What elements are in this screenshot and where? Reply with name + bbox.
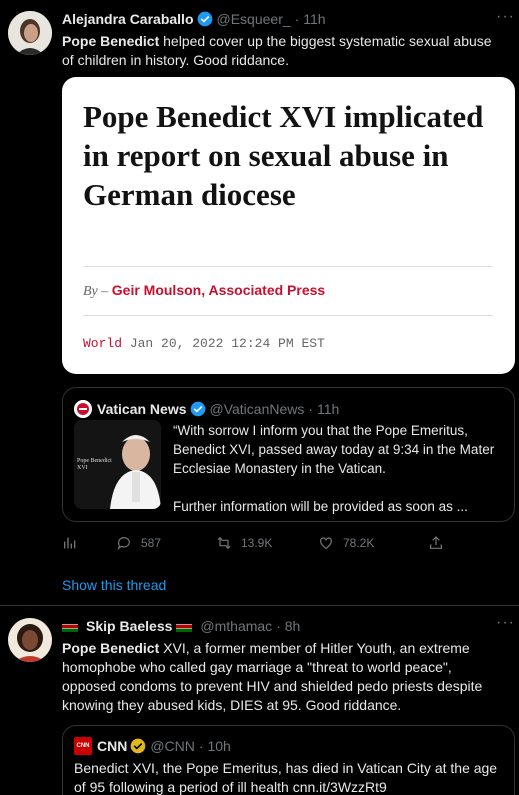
article-byline: By – Geir Moulson, Associated Press [83, 282, 325, 300]
quoted-timestamp: · 10h [198, 738, 231, 754]
quoted-tweet[interactable]: CNN CNN @CNN · 10h Benedict XVI, the Pop… [62, 725, 515, 795]
byline-author: Geir Moulson, Associated Press [111, 282, 326, 298]
verified-badge-icon [190, 401, 205, 417]
share-icon [430, 536, 442, 549]
reply-icon [117, 537, 130, 550]
article-divider [83, 266, 493, 267]
show-thread-link[interactable]: Show this thread [62, 577, 166, 593]
verified-badge-icon [197, 11, 212, 27]
reply-button[interactable]: 587 [116, 535, 161, 551]
tweet-text: Pope Benedict XVI, a former member of Hi… [62, 639, 507, 715]
article-date: Jan 20, 2022 12:24 PM EST [129, 336, 325, 351]
share-button[interactable] [428, 535, 453, 551]
avatar-photo-icon [8, 11, 52, 55]
timestamp[interactable]: · 8h [276, 618, 300, 634]
avatar[interactable] [8, 618, 52, 662]
like-button[interactable]: 78.2K [318, 535, 374, 551]
article-card[interactable]: Pope Benedict XVI implicated in report o… [62, 77, 515, 374]
author-name[interactable]: Skip Baeless [86, 618, 172, 634]
quoted-author-name: Vatican News [97, 401, 187, 417]
timestamp[interactable]: · 11h [295, 11, 326, 27]
article-section: World [83, 336, 123, 351]
cnn-logo-text: CNN [76, 743, 90, 749]
like-count: 78.2K [343, 536, 375, 550]
tweet-text-bold: Pope Benedict [62, 640, 160, 656]
more-options-icon[interactable]: ··· [496, 8, 515, 26]
reply-count: 587 [141, 536, 162, 550]
tweet-text-bold: Pope Benedict [62, 33, 160, 49]
tweet-skip[interactable]: Skip Baeless @mthamac · 8h ··· Pope Bene… [0, 606, 519, 795]
retweet-count: 13.9K [241, 536, 273, 550]
retweet-icon [217, 536, 231, 550]
author-name[interactable]: Alejandra Caraballo [62, 11, 194, 27]
author-handle[interactable]: @mthamac [200, 618, 272, 634]
verified-gold-badge-icon [131, 738, 146, 754]
kenya-flag-icon [62, 620, 78, 632]
quoted-image: Pope Benedict XVI [74, 420, 161, 509]
tweet-text: Pope Benedict helped cover up the bigges… [62, 32, 502, 70]
byline-prefix: By – [83, 284, 112, 299]
quoted-image-caption: Pope Benedict XVI [77, 458, 112, 471]
quoted-author-handle: @CNN [150, 738, 195, 754]
vatican-logo-icon [74, 400, 92, 418]
cnn-logo-icon: CNN [74, 737, 92, 755]
more-options-icon[interactable]: ··· [496, 614, 515, 632]
article-divider [83, 315, 493, 316]
article-dateline: World Jan 20, 2022 12:24 PM EST [83, 336, 325, 351]
quoted-text: “With sorrow I inform you that the Pope … [173, 423, 495, 514]
quoted-avatar [74, 400, 92, 418]
author-handle[interactable]: @Esqueer_ [217, 11, 291, 27]
quoted-tweet[interactable]: Vatican News @VaticanNews · 11h Pope Ben… [62, 387, 515, 522]
quoted-timestamp: · 11h [308, 401, 340, 417]
quoted-author-handle: @VaticanNews [209, 401, 305, 417]
tweet-alejandra[interactable]: Alejandra Caraballo @Esqueer_ · 11h ··· … [0, 0, 519, 605]
quoted-author-name: CNN [97, 738, 128, 754]
analytics-icon [64, 537, 76, 549]
kenya-flag-icon [176, 620, 193, 632]
avatar-photo-icon [8, 618, 52, 662]
heart-icon [320, 537, 332, 550]
analytics-button[interactable] [62, 535, 87, 551]
quoted-text: Benedict XVI, the Pope Emeritus, has die… [74, 760, 498, 795]
article-headline: Pope Benedict XVI implicated in report o… [83, 99, 484, 212]
retweet-button[interactable]: 13.9K [216, 535, 272, 551]
avatar[interactable] [8, 11, 52, 55]
